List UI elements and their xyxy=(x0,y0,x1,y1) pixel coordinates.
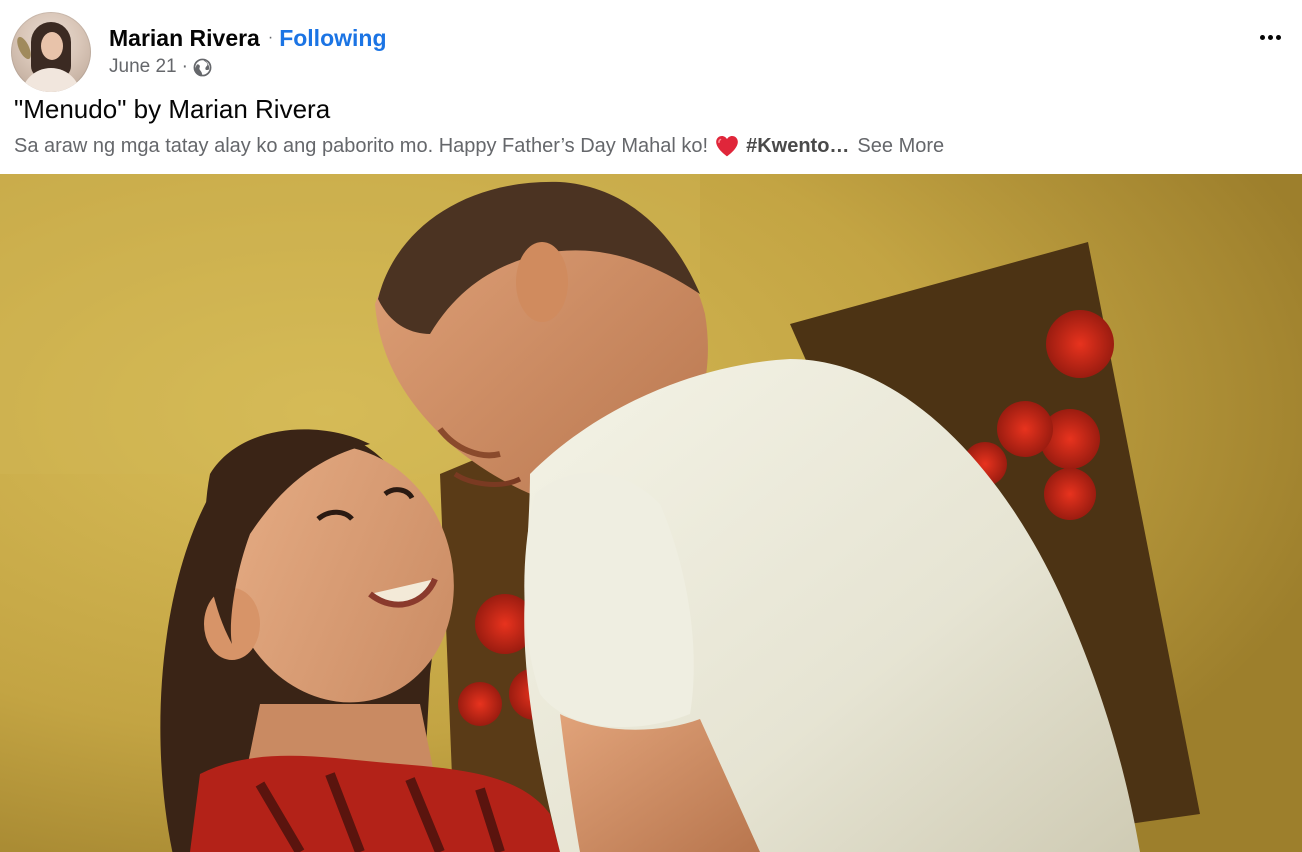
author-avatar[interactable] xyxy=(11,12,91,92)
post-options-button[interactable] xyxy=(1248,22,1292,52)
see-more-link[interactable]: See More xyxy=(857,135,944,158)
avatar-shoulders xyxy=(21,68,81,92)
avatar-face xyxy=(41,32,63,60)
meta-separator: · xyxy=(181,56,188,77)
post-caption: Sa araw ng mga tatay alay ko ang paborit… xyxy=(14,132,944,160)
name-separator: · xyxy=(267,29,274,46)
caption-text: Sa araw ng mga tatay alay ko ang paborit… xyxy=(14,134,709,157)
video-player[interactable] xyxy=(0,174,1302,852)
facebook-post: Marian Rivera · Following June 21 · "Men… xyxy=(0,0,1302,852)
post-meta: June 21 · xyxy=(109,55,212,79)
globe-icon[interactable] xyxy=(193,58,212,77)
heart-icon xyxy=(714,133,740,159)
post-title: "Menudo" by Marian Rivera xyxy=(14,94,331,124)
video-frame-image xyxy=(0,174,1302,852)
post-date-link[interactable]: June 21 xyxy=(109,56,177,78)
hashtag-link[interactable]: #Kwento… xyxy=(746,135,849,158)
more-horizontal-icon xyxy=(1258,34,1282,40)
post-header: Marian Rivera · Following June 21 · xyxy=(0,0,1302,96)
author-name-link[interactable]: Marian Rivera xyxy=(109,25,260,52)
following-button[interactable]: Following xyxy=(279,25,386,52)
author-row: Marian Rivera · Following xyxy=(109,22,387,54)
